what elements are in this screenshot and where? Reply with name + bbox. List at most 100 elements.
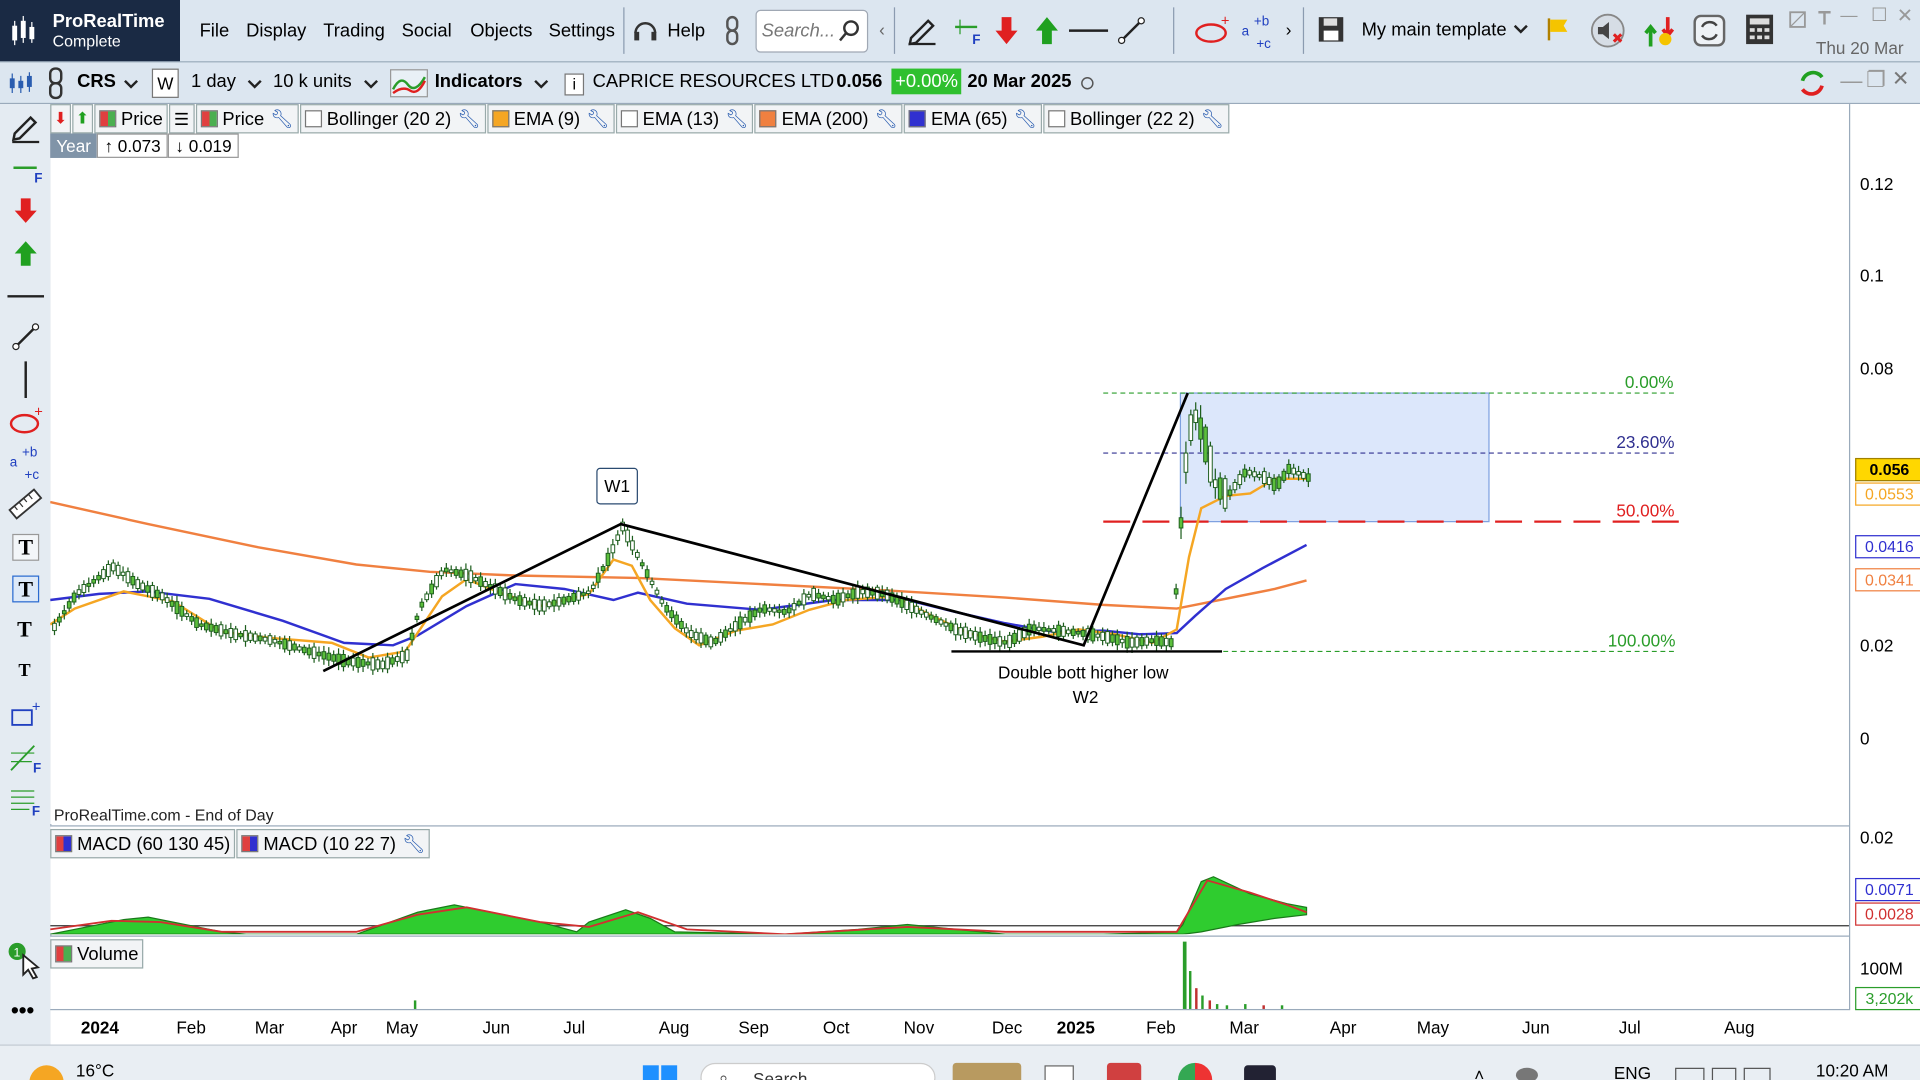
scroll-right-icon[interactable]: › [1286,20,1292,40]
indicator-label[interactable]: EMA (13) [643,108,720,129]
ellipse-tool-icon[interactable]: + [7,404,46,436]
indicator-chip[interactable]: MACD (60 130 45) [50,828,236,859]
indicator-label[interactable]: EMA (200) [782,108,869,129]
w1-label[interactable]: W1 [596,467,638,505]
indicator-chip[interactable]: Bollinger (22 2) 🔧︎ [1043,104,1229,134]
horizontal-line-icon[interactable] [1068,27,1109,34]
prorealtime-taskbar-icon[interactable] [1244,1065,1276,1080]
wrench-icon[interactable]: 🔧︎ [586,108,609,130]
move-up-button[interactable]: ⬆ [72,104,93,134]
wrench-icon[interactable]: 🔧︎ [1201,108,1224,130]
indicator-chip[interactable]: Bollinger (20 2) 🔧︎ [299,104,486,134]
scroll-left-icon[interactable]: ‹ [879,20,885,40]
timeframe-selector[interactable]: 1 day [191,71,236,92]
fibonacci-fan-icon[interactable]: F [7,741,46,775]
taskbar-clock[interactable]: 10:20 AM [1816,1060,1888,1080]
menu-file[interactable]: File [200,21,230,42]
taskbar-search-icon[interactable]: ⌕ [719,1068,729,1080]
indicator-label[interactable]: Bollinger (20 2) [327,108,452,129]
indicator-chip[interactable]: EMA (200) 🔧︎ [754,104,903,134]
wrench-icon[interactable]: 🔧︎ [270,108,293,130]
vertical-line-icon[interactable] [23,361,28,398]
search-box[interactable]: Search... [755,9,869,53]
pencil-draw-icon[interactable] [906,13,938,46]
sound-muted-icon[interactable] [1589,12,1628,49]
speaker-volume-icon[interactable] [1711,1067,1737,1080]
buy-arrow-icon[interactable] [13,239,37,268]
chart-style-icon[interactable] [9,71,38,95]
horizontal-line-f-icon[interactable]: F [10,153,47,185]
taskbar-app-icon[interactable] [952,1062,1022,1080]
indicator-chip[interactable]: Price 🔧︎ [195,104,299,134]
macd-label[interactable]: MACD (60 130 45) [77,833,230,854]
battery-icon[interactable] [1743,1067,1771,1080]
menu-trading[interactable]: Trading [323,21,385,42]
volume-label[interactable]: Volume [77,943,138,964]
weather-temp[interactable]: 16°C [76,1060,114,1080]
chart-restore-icon[interactable]: ❐ [1866,67,1886,93]
buy-arrow-icon[interactable] [1035,15,1059,47]
double-bottom-label[interactable]: Double bott higher low [998,662,1169,682]
horizontal-line-icon[interactable] [7,293,45,300]
start-windows-icon[interactable] [642,1065,678,1080]
wrench-icon[interactable]: 🔧︎ [457,108,480,130]
horizontal-line-f-icon[interactable]: F [953,15,985,47]
ticker-selector[interactable]: CRS [77,71,116,92]
taskview-icon[interactable] [1044,1065,1074,1080]
macd-label[interactable]: MACD (10 22 7) [263,833,396,854]
menu-display[interactable]: Display [246,21,306,42]
chart-minimize-icon[interactable]: — [1840,69,1862,95]
wrench-icon[interactable]: 🔧︎ [402,833,425,855]
indicator-label[interactable]: Bollinger (22 2) [1070,108,1195,129]
ellipse-tool-icon[interactable]: + [1194,13,1233,47]
text-box-tool-icon[interactable]: T [12,575,40,603]
indicators-button[interactable]: Indicators [435,71,523,92]
minimize-icon[interactable]: — [1840,5,1857,25]
info-icon[interactable]: i [564,73,585,96]
more-options-icon[interactable]: ••• [11,998,34,1024]
sync-refresh-icon[interactable] [1691,12,1728,49]
pin-icon[interactable] [1815,9,1835,29]
price-axis[interactable]: 0.12 0.1 0.08 0.02 0 0.056 0.0553 0.0416… [1848,104,1920,1011]
taskbar-search-label[interactable]: Search [753,1069,807,1080]
time-axis[interactable]: 2024 Feb Mar Apr May Jun Jul Aug Sep Oct… [50,1008,1849,1045]
close-icon[interactable]: ✕ [1897,4,1913,28]
list-icon[interactable]: ☰ [174,108,189,129]
search-icon[interactable] [839,20,861,42]
wrench-icon[interactable]: 🔧︎ [725,108,748,130]
template-selector[interactable]: My main template [1362,20,1507,41]
indicator-chip[interactable]: Price [94,104,168,134]
sell-arrow-icon[interactable] [994,15,1018,47]
reload-data-icon[interactable] [1795,66,1829,100]
chevron-down-icon[interactable] [534,78,549,89]
indicator-chip[interactable]: EMA (65) 🔧︎ [904,104,1042,134]
indicators-icon[interactable] [389,69,428,98]
fibonacci-retracement-icon[interactable]: F [7,784,46,818]
taskbar-search[interactable]: ⌕ Search [700,1062,936,1080]
text-tool-icon[interactable]: T [12,533,40,561]
taskbar-app-icon[interactable] [1106,1062,1142,1080]
wrench-icon[interactable]: 🔧︎ [1014,108,1037,130]
tray-chevron-icon[interactable]: ˄ [1474,1065,1484,1080]
price-chart[interactable]: Year ↑ 0.073 ↓ 0.019 W1 Double bott high… [50,104,1849,824]
indicator-chip[interactable]: MACD (10 22 7) 🔧︎ [236,828,431,859]
indicator-chip[interactable]: Volume [50,939,144,969]
chevron-down-icon[interactable] [364,78,379,89]
search-input[interactable]: Search... [762,21,836,42]
trendline-icon[interactable] [11,322,40,351]
volume-panel[interactable]: Volume [50,935,1849,1011]
fullscreen-icon[interactable] [1788,10,1808,30]
pencil-draw-icon[interactable] [10,111,42,144]
macd-panel[interactable]: MACD (60 130 45) MACD (10 22 7) 🔧︎ [50,825,1849,935]
alerts-list-icon[interactable] [1641,12,1680,49]
indicator-label[interactable]: Price [222,108,264,129]
save-disk-icon[interactable] [1316,15,1345,44]
maximize-icon[interactable]: ☐ [1871,4,1887,26]
wrench-icon[interactable]: 🔧︎ [875,108,898,130]
menu-objects[interactable]: Objects [470,21,532,42]
sell-arrow-icon[interactable] [13,196,37,225]
cursor-arrow-icon[interactable]: 1 [6,940,48,982]
units-selector[interactable]: 10 k units [273,71,352,92]
period-button[interactable]: W [151,68,179,98]
indicator-label[interactable]: EMA (9) [514,108,580,129]
